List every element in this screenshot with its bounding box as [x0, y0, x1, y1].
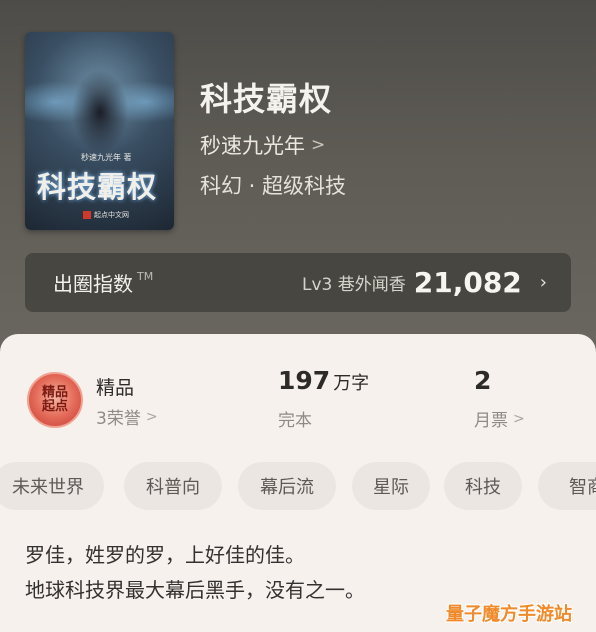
tag-chip[interactable]: 科普向 [124, 462, 222, 510]
chevron-right-icon: > [145, 408, 158, 425]
quality-label: 精品 [96, 377, 135, 399]
cover-title: 科技霸权 [37, 170, 158, 204]
tag-chip[interactable]: 智商 [538, 462, 596, 510]
circle-index-value-group: Lv3 巷外闻香 21,082 › [302, 266, 547, 299]
tag-chip[interactable]: 未来世界 [0, 462, 104, 510]
chevron-right-icon: > [311, 135, 326, 155]
site-watermark: 量子魔方手游站 [446, 604, 572, 625]
chevron-right-icon: > [513, 410, 525, 427]
book-description[interactable]: 罗佳，姓罗的罗，上好佳的佳。 地球科技界最大幕后黑手，没有之一。 [25, 538, 365, 608]
book-genre: 科幻 · 超级科技 [200, 174, 347, 198]
monthly-tickets-label: 月票 [474, 411, 508, 431]
word-count: 197 万字 [278, 366, 369, 395]
trademark-mark: TM [137, 270, 154, 283]
description-line: 地球科技界最大幕后黑手，没有之一。 [25, 578, 365, 602]
tag-chip[interactable]: 科技 [444, 462, 522, 510]
circle-level: Lv3 巷外闻香 [301, 275, 406, 295]
circle-index-bar[interactable]: 出圈指数 TM Lv3 巷外闻香 21,082 › [25, 253, 571, 312]
honors-count: 3荣誉 [96, 409, 141, 429]
publisher-logo-icon [83, 211, 91, 219]
monthly-tickets: 2 [474, 366, 491, 395]
word-count-value: 197 [278, 366, 331, 395]
cover-author: 秒速九光年 著 [81, 153, 132, 162]
word-count-unit: 万字 [333, 373, 370, 394]
tag-list: 未来世界 科普向 幕后流 星际 科技 智商 [0, 462, 596, 510]
honors-link[interactable]: 3荣誉 > [96, 404, 158, 430]
description-line: 罗佳，姓罗的罗，上好佳的佳。 [25, 543, 305, 567]
book-cover[interactable]: 秒速九光年 著 科技霸权 起点中文网 [25, 32, 174, 230]
tag-chip[interactable]: 幕后流 [238, 462, 336, 510]
quality-badge-icon: 精品 起点 [27, 372, 83, 428]
book-title: 科技霸权 [200, 80, 333, 118]
author-link[interactable]: 秒速九光年 > [200, 130, 325, 160]
completion-status: 完本 [278, 411, 312, 431]
circle-index-value: 21,082 [413, 266, 522, 299]
monthly-tickets-value: 2 [474, 366, 492, 395]
author-name: 秒速九光年 [200, 134, 305, 158]
chevron-right-icon: › [539, 272, 547, 293]
cover-publisher: 起点中文网 [83, 210, 129, 220]
tag-chip[interactable]: 星际 [352, 462, 430, 510]
monthly-tickets-link[interactable]: 月票 > [474, 406, 525, 432]
cover-publisher-name: 起点中文网 [94, 211, 129, 219]
circle-index-label: 出圈指数 [53, 272, 133, 296]
